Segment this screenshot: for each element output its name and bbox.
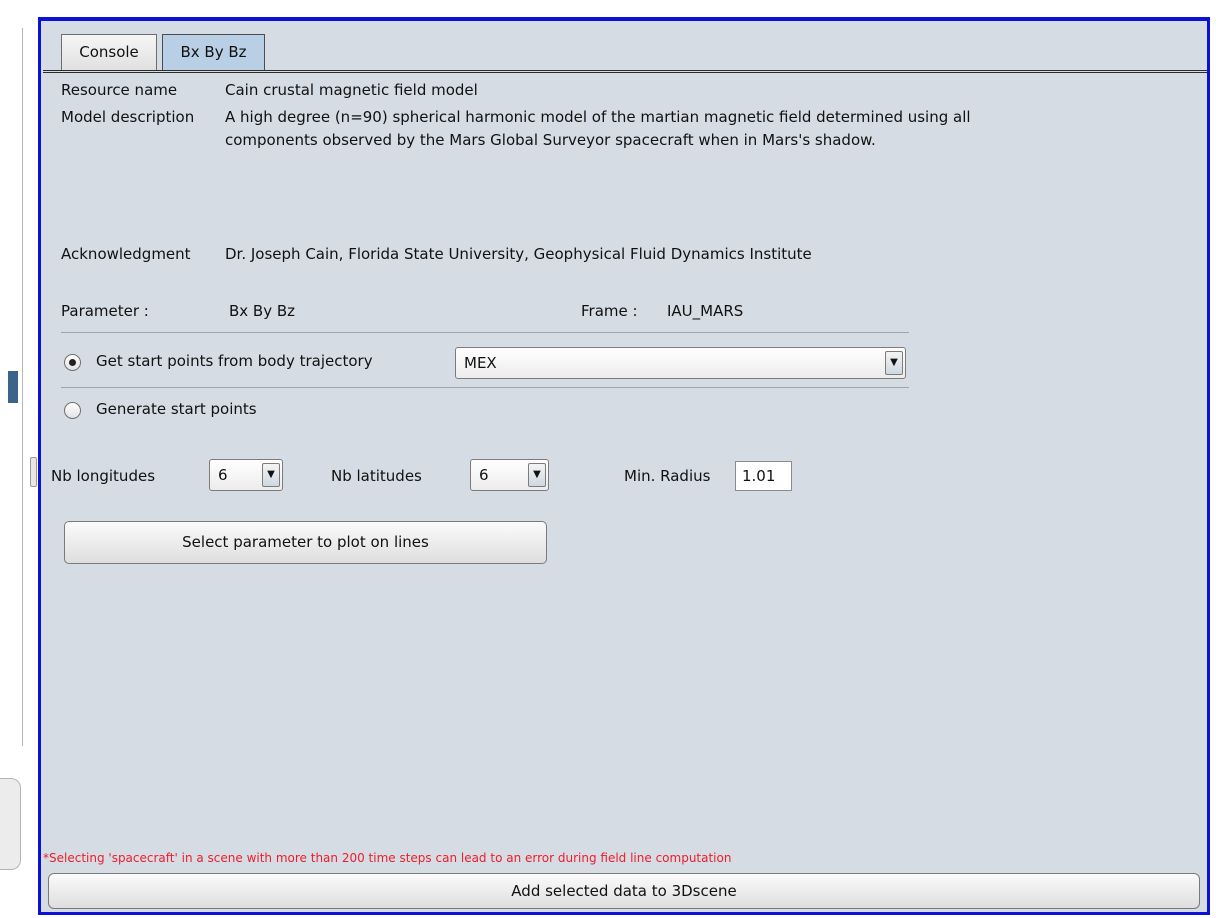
- separator: [61, 332, 909, 333]
- sidebar-divider: [22, 28, 23, 746]
- generate-option-label[interactable]: Generate start points: [96, 400, 257, 418]
- parameter-value: Bx By Bz: [229, 302, 296, 320]
- sidebar-rounded-panel: [0, 778, 21, 870]
- frame-label: Frame :: [581, 302, 638, 320]
- tab-console[interactable]: Console: [61, 34, 157, 70]
- tab-bx-by-bz[interactable]: Bx By Bz: [162, 34, 265, 70]
- warning-text: *Selecting 'spacecraft' in a scene with …: [43, 851, 732, 865]
- bxbybz-panel: Console Bx By Bz Resource name Cain crus…: [41, 21, 1207, 912]
- chevron-down-icon[interactable]: ▼: [528, 463, 546, 487]
- model-description-line2: components observed by the Mars Global S…: [225, 131, 876, 149]
- radio-selected-dot: [69, 359, 76, 366]
- nb-latitudes-value: 6: [479, 466, 489, 484]
- sidebar-selection-marker: [8, 371, 18, 403]
- trajectory-radio[interactable]: [64, 354, 81, 371]
- generate-radio[interactable]: [64, 402, 81, 419]
- frame-value: IAU_MARS: [667, 302, 744, 320]
- model-description-line1: A high degree (n=90) spherical harmonic …: [225, 108, 971, 126]
- min-radius-input[interactable]: 1.01: [735, 461, 792, 491]
- trajectory-select-value: MEX: [464, 354, 497, 372]
- select-parameter-button[interactable]: Select parameter to plot on lines: [64, 521, 547, 564]
- nb-latitudes-select[interactable]: 6 ▼: [470, 459, 549, 491]
- add-to-3dscene-button[interactable]: Add selected data to 3Dscene: [48, 873, 1200, 909]
- acknowledgment-label: Acknowledgment: [61, 245, 191, 263]
- chevron-down-icon[interactable]: ▼: [885, 351, 903, 375]
- acknowledgment-value: Dr. Joseph Cain, Florida State Universit…: [225, 245, 812, 263]
- tab-strip-border: [43, 70, 1207, 73]
- resource-name-label: Resource name: [61, 81, 178, 99]
- resource-name-value: Cain crustal magnetic field model: [225, 81, 478, 99]
- nb-longitudes-value: 6: [218, 466, 228, 484]
- nb-longitudes-select[interactable]: 6 ▼: [209, 459, 283, 491]
- model-description-label: Model description: [61, 108, 195, 126]
- chevron-down-icon[interactable]: ▼: [262, 463, 280, 487]
- split-pane-handle[interactable]: [30, 457, 37, 487]
- nb-latitudes-label: Nb latitudes: [331, 467, 422, 485]
- trajectory-select[interactable]: MEX ▼: [455, 347, 906, 379]
- separator: [61, 387, 909, 388]
- left-side-panel: [0, 28, 25, 918]
- min-radius-label: Min. Radius: [624, 467, 711, 485]
- trajectory-option-label[interactable]: Get start points from body trajectory: [96, 352, 373, 370]
- parameter-label: Parameter :: [61, 302, 149, 320]
- nb-longitudes-label: Nb longitudes: [51, 467, 156, 485]
